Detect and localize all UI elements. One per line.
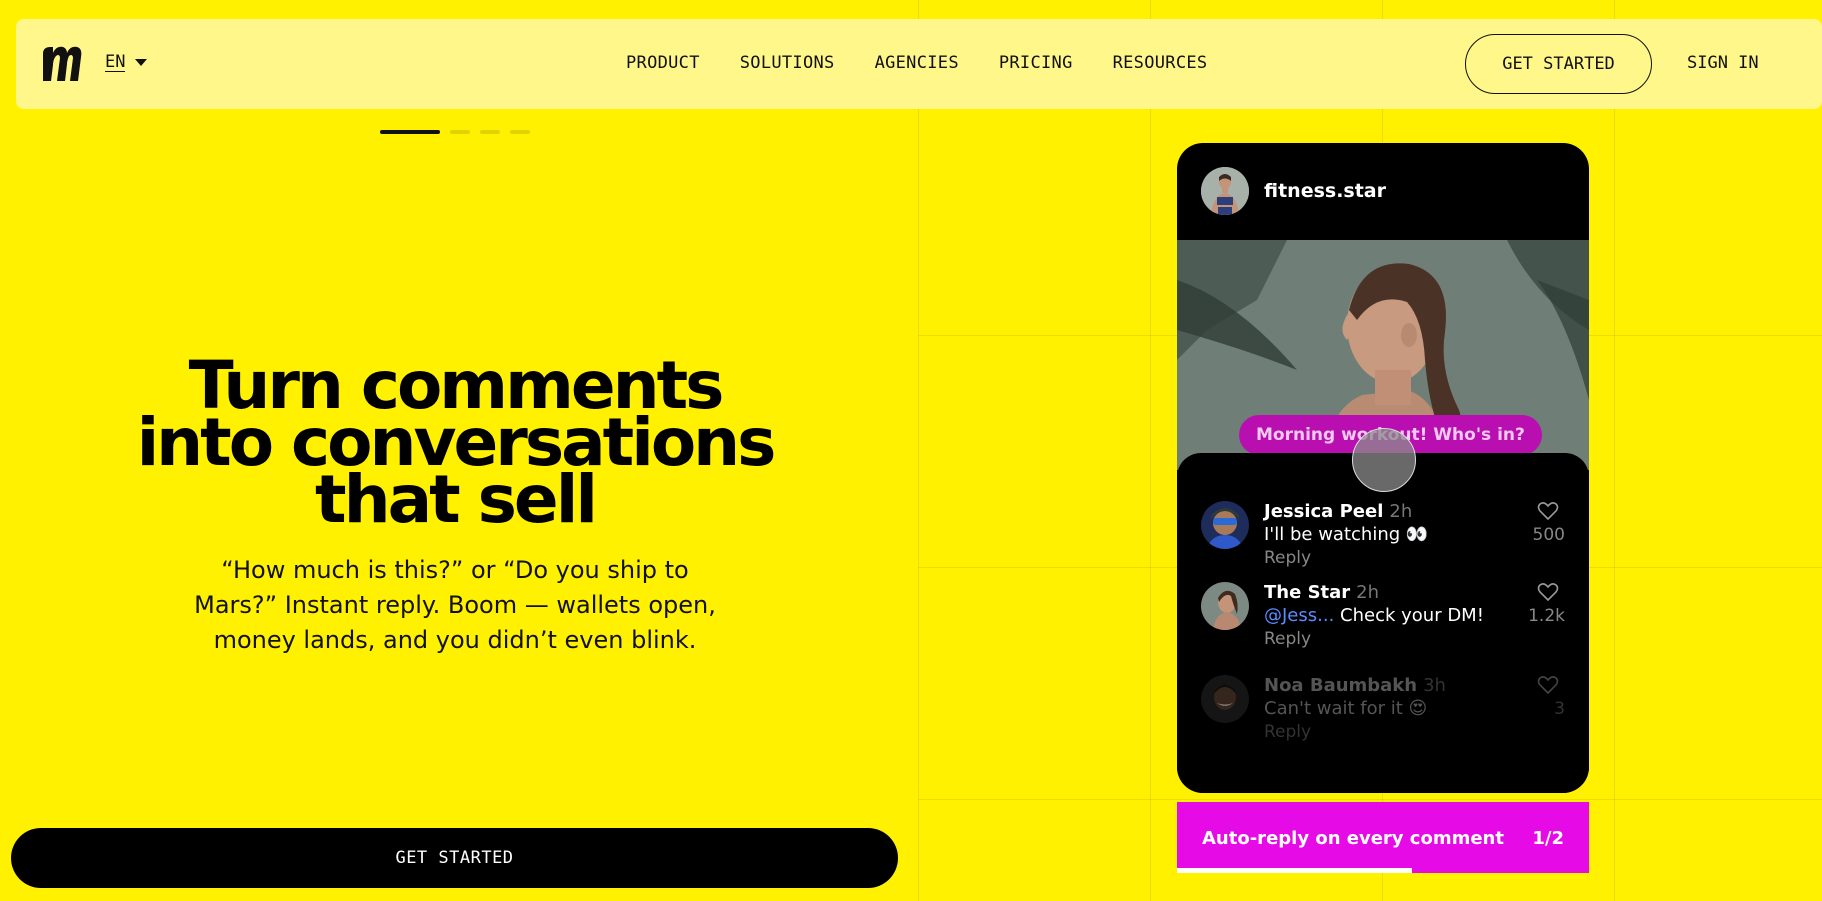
chevron-down-icon [135,59,148,66]
commenter-name[interactable]: The Star 2h [1264,582,1379,603]
nav-menu: PRODUCT SOLUTIONS AGENCIES PRICING RESOU… [626,53,1207,73]
heart-icon[interactable] [1537,675,1559,695]
touch-indicator [1352,428,1416,492]
slide-indicator[interactable] [480,130,500,134]
commenter-avatar [1201,675,1249,723]
nav-link-pricing[interactable]: PRICING [999,53,1073,73]
grid-line [1614,0,1615,901]
commenter-avatar [1201,582,1249,630]
reply-link[interactable]: Reply [1264,548,1311,568]
profile-avatar [1201,167,1249,215]
grid-line [1150,0,1151,901]
reply-link[interactable]: Reply [1264,629,1311,649]
slide-indicator-active[interactable] [380,130,440,134]
like-count: 500 [1532,525,1565,545]
mention-link[interactable]: @Jess... [1264,605,1334,626]
feature-counter: 1/2 [1532,828,1564,849]
slide-indicator[interactable] [450,130,470,134]
nav-link-solutions[interactable]: SOLUTIONS [740,53,835,73]
like-count: 3 [1554,699,1565,719]
hero-subtitle-line: “How much is this?” or “Do you ship to [221,556,689,584]
top-navbar: EN PRODUCT SOLUTIONS AGENCIES PRICING RE… [16,19,1822,109]
slide-indicators [380,130,530,134]
comment-time: 2h [1356,582,1380,603]
nav-link-resources[interactable]: RESOURCES [1113,53,1208,73]
hero-title: Turn comments into conversations that se… [80,353,830,533]
nav-link-product[interactable]: PRODUCT [626,53,700,73]
comments-panel: Jessica Peel 2h I'll be watching 👀 Reply … [1177,453,1589,793]
hero-subtitle-line: money lands, and you didn’t even blink. [213,626,697,654]
feature-progress-bar [1177,868,1412,873]
language-selector[interactable]: EN [105,52,148,72]
slide-indicator[interactable] [510,130,530,134]
comment-text-body: Check your DM! [1334,605,1484,626]
feature-bar: Auto-reply on every comment 1/2 [1177,802,1589,873]
post-username[interactable]: fitness.star [1264,180,1386,202]
phone-mockup: fitness.star Morning workout! Who's in? [1177,143,1589,793]
comment-time: 3h [1423,675,1446,696]
sign-in-link[interactable]: SIGN IN [1687,53,1759,73]
nav-link-agencies[interactable]: AGENCIES [875,53,959,73]
post-header: fitness.star [1177,143,1589,240]
heart-icon[interactable] [1537,582,1559,602]
heart-icon[interactable] [1537,501,1559,521]
brand-logo-icon[interactable] [41,44,83,84]
hero-get-started-button[interactable]: GET STARTED [11,828,898,888]
reply-link[interactable]: Reply [1264,722,1311,742]
commenter-avatar [1201,501,1249,549]
commenter-name-text: Noa Baumbakh [1264,675,1418,696]
commenter-name[interactable]: Noa Baumbakh 3h [1264,675,1446,696]
comment-text: @Jess... Check your DM! [1264,605,1484,626]
grid-line [918,799,1822,800]
like-count: 1.2k [1528,606,1565,626]
commenter-name-text: The Star [1264,582,1351,603]
language-code: EN [105,52,126,72]
grid-line [918,0,919,901]
hero-subtitle-line: Mars?” Instant reply. Boom — wallets ope… [194,591,716,619]
feature-label: Auto-reply on every comment [1202,828,1504,849]
commenter-name[interactable]: Jessica Peel 2h [1264,501,1412,522]
commenter-name-text: Jessica Peel [1264,501,1384,522]
comment-text: Can't wait for it 😍 [1264,698,1428,719]
hero-subtitle: “How much is this?” or “Do you ship to M… [150,553,760,658]
comment-time: 2h [1389,501,1413,522]
get-started-button[interactable]: GET STARTED [1465,34,1652,94]
comment-text: I'll be watching 👀 [1264,524,1429,545]
